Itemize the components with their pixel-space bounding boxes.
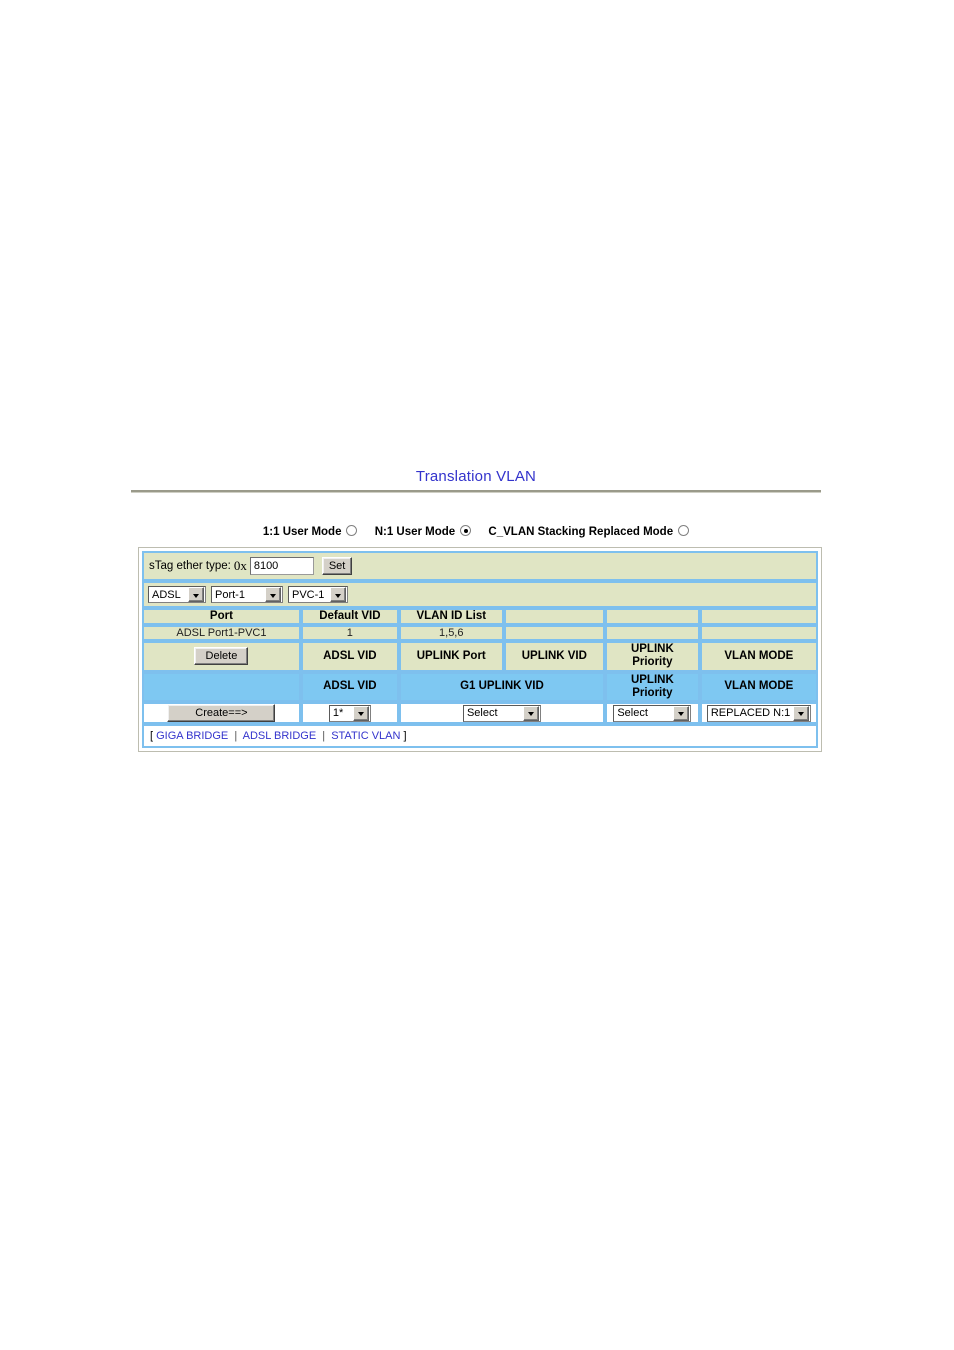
chevron-down-icon[interactable] [188, 587, 204, 602]
cell-vlan-id-list: 1,5,6 [398, 625, 504, 642]
delete-button[interactable]: Delete [194, 647, 249, 666]
select-pvc[interactable]: PVC-1 [288, 586, 348, 603]
create-uplink-priority-cell: Select [605, 702, 700, 725]
cell-blank-2 [605, 625, 700, 642]
select-adsl-vid[interactable]: 1* [328, 704, 371, 722]
port-table-header-row: Port Default VID VLAN ID List [142, 608, 818, 626]
select-interface-type[interactable]: ADSL [148, 586, 206, 603]
create-button-cell: Create==> [142, 702, 301, 725]
translation-vlan-table: sTag ether type: 0x Set ADSL [142, 551, 818, 725]
table-row: ADSL Port1-PVC1 1 1,5,6 [142, 625, 818, 642]
entry-col-vlan-mode: VLAN MODE [699, 641, 818, 672]
create-input-row: Create==> 1* Select Select REPLACED N:1 [142, 702, 818, 725]
mode-label-1to1: 1:1 User Mode [262, 526, 342, 538]
bracket-close: ] [403, 730, 407, 743]
mode-option-cvlan-stacking[interactable]: C_VLAN Stacking Replaced Mode [488, 525, 690, 538]
create-g1-uplink-vid-cell: Select [398, 702, 606, 725]
link-separator-1: | [234, 730, 238, 743]
select-port-value: Port-1 [215, 588, 245, 601]
stag-hex-prefix: 0x [233, 558, 247, 573]
select-g1-uplink-vid[interactable]: Select [462, 704, 541, 722]
mode-option-nto1[interactable]: N:1 User Mode [375, 525, 472, 538]
chevron-down-icon[interactable] [792, 705, 809, 721]
select-vlan-mode[interactable]: REPLACED N:1 [706, 704, 811, 722]
entry-col-adsl-vid: ADSL VID [300, 641, 399, 672]
select-pvc-value: PVC-1 [292, 588, 325, 601]
col-header-blank-1 [503, 608, 606, 626]
chevron-down-icon[interactable] [522, 705, 539, 721]
select-interface-type-value: ADSL [152, 588, 181, 601]
mode-label-cvlan-stacking: C_VLAN Stacking Replaced Mode [488, 526, 674, 538]
entry-col-uplink-priority-line1: UPLINK [630, 643, 674, 656]
radio-1to1-user-mode[interactable] [346, 525, 358, 536]
create-button[interactable]: Create==> [167, 704, 276, 723]
create-col-vlan-mode: VLAN MODE [699, 671, 818, 703]
set-button[interactable]: Set [321, 557, 353, 575]
entry-col-uplink-vid: UPLINK VID [503, 641, 606, 672]
mode-selector-row: 1:1 User Mode N:1 User Mode C_VLAN Stack… [131, 525, 821, 538]
radio-cvlan-stacking-replaced-mode[interactable] [678, 525, 690, 536]
page-root: Translation VLAN 1:1 User Mode N:1 User … [0, 0, 954, 1350]
mode-option-1to1[interactable]: 1:1 User Mode [263, 525, 358, 538]
create-header-row: ADSL VID G1 UPLINK VID UPLINK Priority V… [142, 671, 818, 703]
translation-vlan-panel: sTag ether type: 0x Set ADSL [138, 547, 822, 753]
col-header-blank-2 [605, 608, 700, 626]
bracket-open: [ [150, 730, 154, 743]
link-adsl-bridge[interactable]: ADSL BRIDGE [243, 730, 317, 742]
create-vlan-mode-cell: REPLACED N:1 [699, 702, 818, 725]
create-col-adsl-vid: ADSL VID [300, 671, 399, 703]
link-static-vlan[interactable]: STATIC VLAN [331, 730, 400, 742]
page-title: Translation VLAN [415, 468, 537, 485]
create-col-g1-uplink-vid: G1 UPLINK VID [398, 671, 606, 703]
link-giga-bridge[interactable]: GIGA BRIDGE [156, 730, 228, 742]
chevron-down-icon[interactable] [265, 587, 281, 602]
interface-selector-row: ADSL Port-1 PVC-1 [142, 581, 818, 608]
entry-header-row: Delete ADSL VID UPLINK Port UPLINK VID U… [142, 641, 818, 672]
bottom-link-bar: [ GIGA BRIDGE | ADSL BRIDGE | STATIC VLA… [142, 724, 818, 749]
select-uplink-priority-value: Select [617, 707, 648, 720]
stag-cell: sTag ether type: 0x Set [142, 551, 818, 581]
link-separator-2: | [322, 730, 326, 743]
create-col-uplink-priority-line2: Priority [632, 686, 673, 699]
interface-selector-cell: ADSL Port-1 PVC-1 [142, 581, 818, 608]
col-header-default-vid: Default VID [300, 608, 399, 626]
select-port[interactable]: Port-1 [211, 586, 283, 603]
stag-ether-type-input[interactable] [249, 557, 314, 575]
cell-port: ADSL Port1-PVC1 [142, 625, 301, 642]
radio-n1-user-mode[interactable] [460, 525, 472, 536]
create-col-uplink-priority: UPLINK Priority [605, 671, 700, 703]
entry-col-uplink-priority-line2: Priority [632, 656, 673, 669]
create-adsl-vid-cell: 1* [300, 702, 399, 725]
stag-row: sTag ether type: 0x Set [142, 551, 818, 581]
select-uplink-priority[interactable]: Select [613, 704, 692, 722]
title-area: Translation VLAN [131, 468, 821, 493]
select-g1-uplink-vid-value: Select [466, 707, 498, 720]
create-header-blank [142, 671, 301, 703]
chevron-down-icon[interactable] [352, 705, 369, 721]
cell-blank-1 [503, 625, 606, 642]
create-col-uplink-priority-line1: UPLINK [630, 673, 674, 686]
col-header-port: Port [142, 608, 301, 626]
chevron-down-icon[interactable] [673, 705, 690, 721]
entry-col-uplink-port: UPLINK Port [398, 641, 504, 672]
col-header-blank-3 [699, 608, 818, 626]
mode-label-nto1: N:1 User Mode [374, 526, 456, 538]
col-header-vlan-id-list: VLAN ID List [398, 608, 504, 626]
cell-default-vid: 1 [300, 625, 399, 642]
title-divider [131, 490, 821, 493]
chevron-down-icon[interactable] [330, 587, 346, 602]
select-vlan-mode-value: REPLACED N:1 [710, 707, 791, 720]
stag-label: sTag ether type: [149, 560, 231, 572]
entry-col-uplink-priority: UPLINK Priority [605, 641, 700, 672]
delete-cell: Delete [142, 641, 301, 672]
select-adsl-vid-value: 1* [332, 707, 344, 720]
cell-blank-3 [699, 625, 818, 642]
